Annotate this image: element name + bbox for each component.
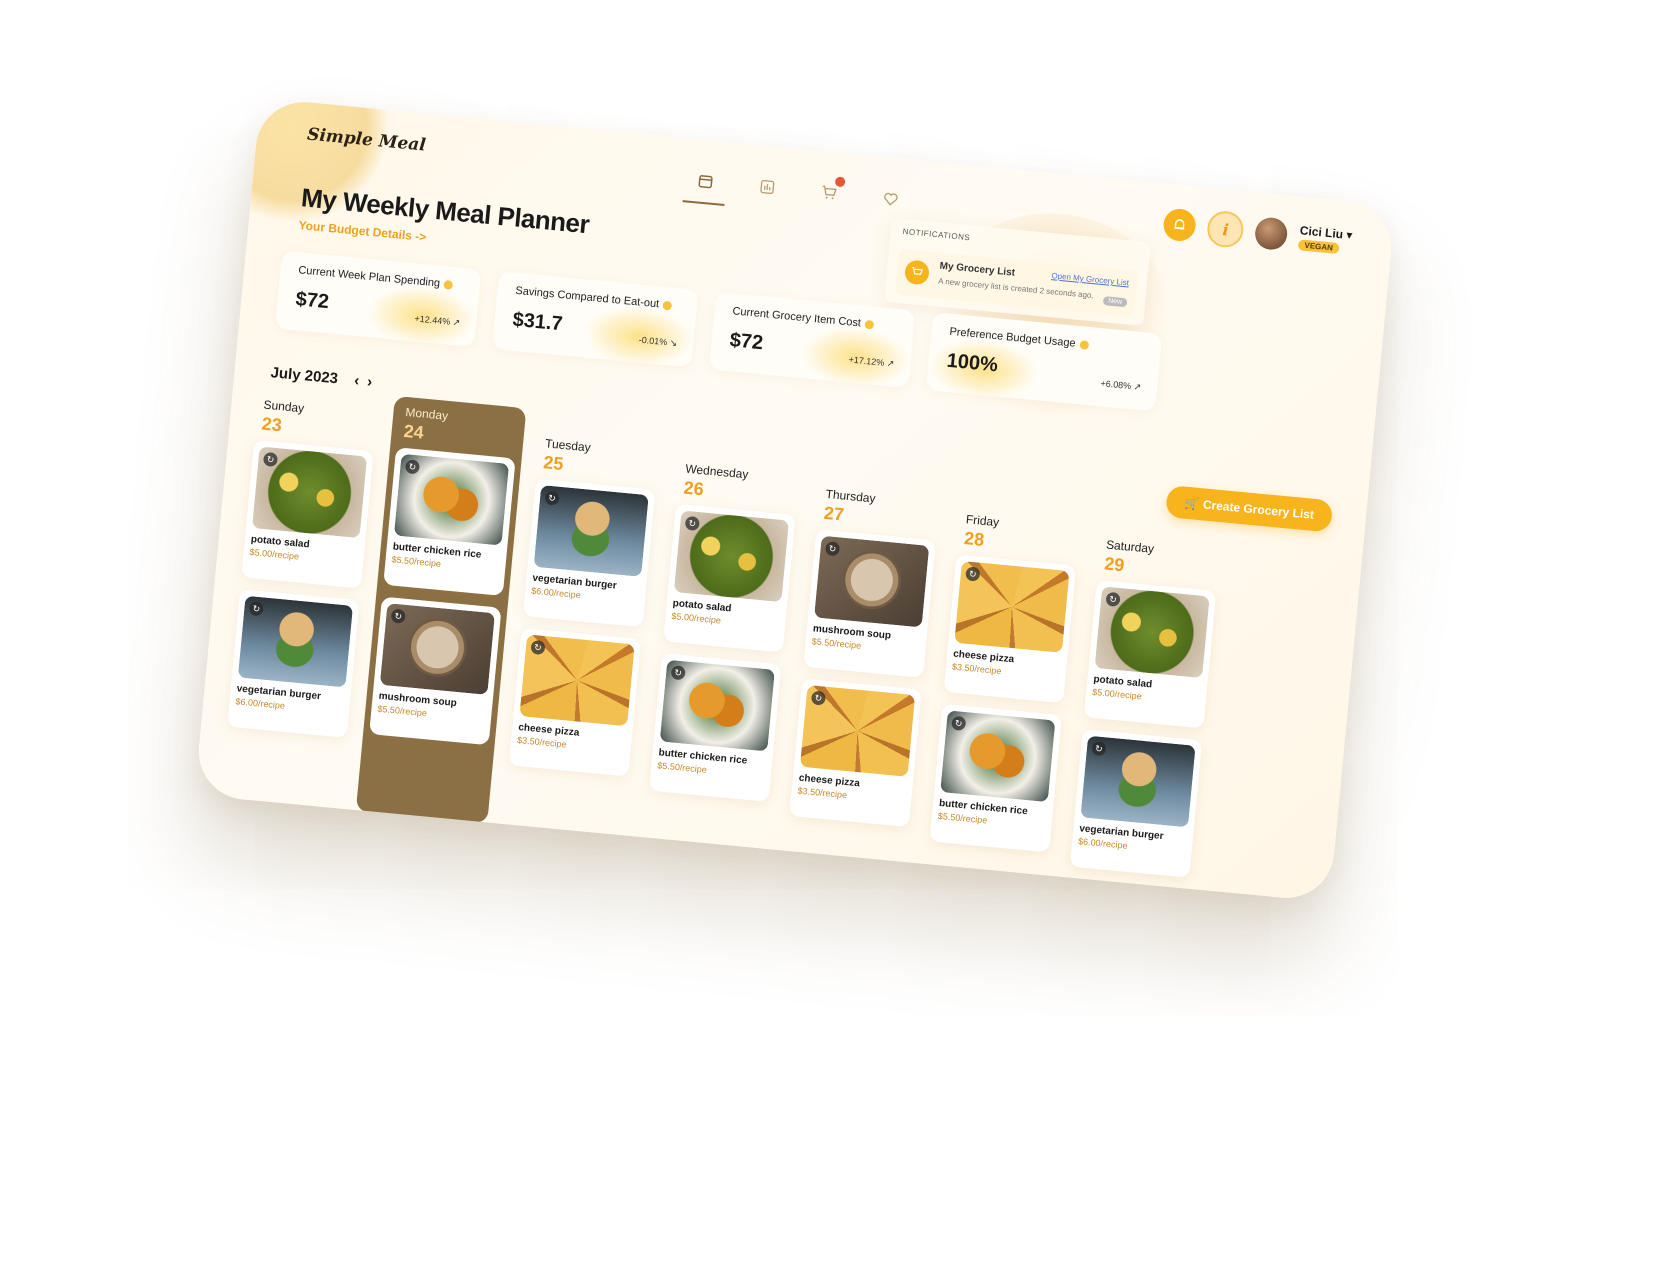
swap-icon[interactable]: ↻ (965, 566, 981, 582)
meal-image: ↻ (954, 560, 1070, 653)
help-icon[interactable] (662, 300, 673, 311)
meal-card[interactable]: ↻ vegetarian burger $6.00/recipe (227, 589, 360, 738)
avatar[interactable] (1254, 216, 1289, 252)
swap-icon[interactable]: ↻ (810, 690, 827, 706)
heart-icon[interactable] (879, 187, 903, 211)
top-nav (694, 169, 903, 210)
bell-icon[interactable] (1162, 207, 1198, 243)
month-nav: ‹ › (353, 372, 373, 391)
meal-image: ↻ (799, 685, 916, 777)
calendar-icon[interactable] (694, 169, 718, 193)
diet-badge: VEGAN (1298, 238, 1340, 254)
meal-card[interactable]: ↻ mushroom soup $5.50/recipe (803, 529, 936, 678)
stat-label: Savings Compared to Eat-out (515, 285, 673, 312)
meal-image: ↻ (379, 603, 496, 695)
notification-item[interactable]: My Grocery List A new grocery list is cr… (894, 248, 1139, 318)
meal-card[interactable]: ↻ potato salad $5.00/recipe (241, 439, 374, 589)
user-name: Cici Liu ▾ (1299, 222, 1354, 242)
swap-icon[interactable]: ↻ (1091, 741, 1107, 757)
meal-image: ↻ (940, 710, 1056, 803)
user-menu[interactable]: Cici Liu ▾ VEGAN (1298, 223, 1353, 255)
day-column-thursday[interactable]: Thursday 27 ↻ mushroom soup $5.50/recipe ↻ che… (780, 478, 947, 864)
swap-icon[interactable]: ↻ (262, 451, 279, 468)
day-column-sunday[interactable]: Sunday 23 ↻ potato salad $5.00/recipe ↻ vegeta… (214, 389, 384, 811)
help-icon[interactable] (443, 279, 454, 290)
day-column-monday[interactable]: Monday 24 ↻ butter chicken rice $5.50/recipe… (355, 395, 527, 824)
meal-image: ↻ (1094, 586, 1210, 679)
swap-icon[interactable]: ↻ (824, 541, 841, 557)
cart-icon (903, 259, 931, 286)
stat-card: Current Grocery Item Cost $72 +17.12% ↗ (708, 291, 916, 389)
chevron-right-icon[interactable]: › (366, 373, 373, 390)
meal-card[interactable]: ↻ potato salad $5.00/recipe (1083, 579, 1217, 729)
user-area: i Cici Liu ▾ VEGAN (1162, 206, 1353, 260)
meal-image: ↻ (1080, 735, 1196, 828)
stat-label: Current Week Plan Spending (298, 264, 454, 291)
meal-image: ↻ (533, 485, 649, 577)
swap-icon[interactable]: ↻ (1105, 591, 1121, 608)
stat-card: Savings Compared to Eat-out $31.7 -0.01%… (491, 271, 699, 368)
stat-value: 100% (945, 349, 999, 377)
notification-header: NOTIFICATIONS (902, 226, 971, 243)
swap-icon[interactable]: ↻ (684, 515, 700, 532)
meal-image: ↻ (814, 535, 930, 628)
day-column-saturday[interactable]: Saturday 29 ↻ potato salad $5.00/recipe ↻ vege… (1063, 528, 1227, 890)
info-icon[interactable]: i (1206, 209, 1246, 249)
swap-icon[interactable]: ↻ (544, 490, 560, 506)
swap-icon[interactable]: ↻ (390, 608, 406, 624)
stat-card: Current Week Plan Spending $72 +12.44% ↗ (274, 250, 482, 348)
notification-title: My Grocery List (939, 260, 1016, 279)
meal-card[interactable]: ↻ cheese pizza $3.50/recipe (789, 678, 922, 828)
new-tag: New (1102, 296, 1128, 308)
cart-icon[interactable] (817, 176, 846, 205)
swap-icon[interactable]: ↻ (248, 601, 264, 617)
month-label: July 2023 (269, 364, 339, 388)
stat-label: Current Grocery Item Cost (732, 305, 875, 330)
stat-value: $72 (294, 288, 330, 314)
stat-value: $31.7 (511, 308, 564, 336)
week-grid: Sunday 23 ↻ potato salad $5.00/recipe ↻ vegeta… (214, 389, 1232, 891)
tablet-screen: Simple Meal i Cici Liu ▾ VEGAN NOTIFICAT… (194, 97, 1396, 903)
meal-card[interactable]: ↻ butter chicken rice $5.50/recipe (383, 447, 516, 596)
swap-icon[interactable]: ↻ (951, 715, 967, 732)
meal-card[interactable]: ↻ mushroom soup $5.50/recipe (369, 596, 502, 746)
chart-icon[interactable] (755, 175, 779, 199)
open-grocery-list-link[interactable]: Open My Grocery List (1051, 271, 1129, 287)
meal-card[interactable]: ↻ potato salad $5.00/recipe (663, 503, 796, 653)
meal-card[interactable]: ↻ cheese pizza $3.50/recipe (508, 627, 642, 777)
meal-image: ↻ (673, 510, 790, 603)
swap-icon[interactable]: ↻ (404, 459, 421, 475)
help-icon[interactable] (864, 319, 875, 330)
meal-image: ↻ (393, 453, 510, 546)
stat-value: $72 (728, 329, 765, 355)
meal-image: ↻ (251, 446, 368, 539)
swap-icon[interactable]: ↻ (670, 665, 686, 681)
stat-change: +6.08% ↗ (1100, 378, 1142, 393)
meal-card[interactable]: ↻ vegetarian burger $6.00/recipe (522, 478, 656, 628)
chevron-left-icon[interactable]: ‹ (353, 372, 360, 389)
day-column-tuesday[interactable]: Tuesday 25 ↻ vegetarian burger $6.00/recipe ↻… (497, 427, 666, 837)
meal-card[interactable]: ↻ butter chicken rice $5.50/recipe (649, 653, 782, 802)
day-column-friday[interactable]: Friday 28 ↻ cheese pizza $3.50/recipe ↻ butter… (921, 503, 1087, 877)
help-icon[interactable] (1079, 339, 1089, 350)
cart-badge (834, 176, 846, 188)
meal-card[interactable]: ↻ vegetarian burger $6.00/recipe (1069, 729, 1203, 878)
stage: Simple Meal i Cici Liu ▾ VEGAN NOTIFICAT… (0, 0, 1678, 1274)
meal-image: ↻ (519, 634, 635, 727)
meal-card[interactable]: ↻ cheese pizza $3.50/recipe (943, 554, 1077, 704)
day-column-wednesday[interactable]: Wednesday 26 ↻ potato salad $5.00/recipe ↻ but… (639, 452, 807, 850)
meal-image: ↻ (237, 595, 354, 688)
meal-card[interactable]: ↻ butter chicken rice $5.50/recipe (929, 703, 1062, 853)
meal-image: ↻ (659, 659, 775, 752)
swap-icon[interactable]: ↻ (530, 639, 546, 656)
